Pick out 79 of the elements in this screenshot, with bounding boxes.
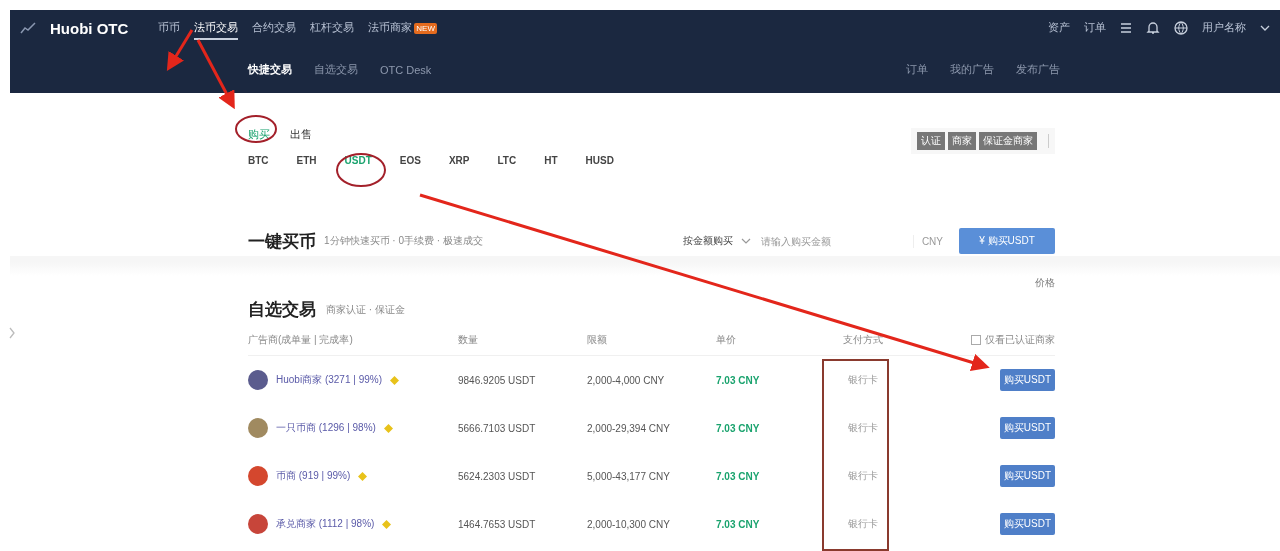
tag-divider <box>1048 133 1049 148</box>
column-header: 限额 <box>587 333 608 347</box>
diamond-icon[interactable] <box>358 471 368 481</box>
bell-icon[interactable] <box>1146 21 1160 35</box>
menu-icon[interactable] <box>1120 22 1132 34</box>
price-cell-text: 7.03 CNY <box>716 374 761 386</box>
section-title: 一键买币 <box>248 230 316 253</box>
annotation-circle <box>336 153 386 187</box>
tag-label: 认证 <box>917 131 945 150</box>
diamond-icon[interactable] <box>383 423 393 433</box>
column-header: 广告商(成单量 | 完成率) <box>248 333 354 347</box>
buy-button[interactable]: 购买USDT <box>999 513 1055 535</box>
merchant-link[interactable]: Huobi商家 (3271 | 99%) <box>276 373 382 387</box>
globe-icon[interactable] <box>1174 21 1188 35</box>
section-title: 自选交易 <box>248 299 316 321</box>
column-header: 数量 <box>458 333 479 347</box>
limit-cell-text: 2,000-10,300 CNY <box>587 518 671 530</box>
merchant-link[interactable]: 承兑商家 (1112 | 98%) <box>276 517 375 531</box>
price-cell-text: 7.03 CNY <box>716 422 761 434</box>
section-subtitle: 商家认证 · 保证金 <box>326 302 405 317</box>
payment-cell-text: 银行卡 <box>847 469 879 483</box>
amount-cell-text: 5624.2303 USDT <box>458 470 537 482</box>
currency-unit: CNY <box>921 235 943 247</box>
chevron-icon[interactable] <box>8 327 16 339</box>
coin-tab[interactable]: ETH <box>296 155 317 166</box>
price-cell-text: 7.03 CNY <box>716 470 761 482</box>
amount-cell-text: 1464.7653 USDT <box>458 518 537 530</box>
trade-tab[interactable]: 出售 <box>290 126 312 142</box>
diamond-icon[interactable] <box>390 375 399 385</box>
subnav-link[interactable]: 订单 <box>906 62 928 77</box>
buy-button[interactable]: 购买USDT <box>999 417 1055 439</box>
tag-label: 保证金商家 <box>979 131 1037 150</box>
limit-cell-text: 2,000-4,000 CNY <box>587 374 666 386</box>
coin-tab[interactable]: EOS <box>399 155 421 166</box>
annotation-circle <box>235 115 277 143</box>
payment-cell-text: 银行卡 <box>847 421 879 435</box>
coin-tab[interactable]: XRP <box>448 155 470 166</box>
logo[interactable]: Huobi OTC <box>50 19 129 37</box>
amount-field[interactable]: 请输入购买金额 <box>758 234 914 248</box>
payment-cell-text: 银行卡 <box>847 373 879 387</box>
header-link[interactable]: 资产 <box>1048 16 1070 40</box>
coin-tab[interactable]: BTC <box>248 155 269 166</box>
coin-tab[interactable]: HUSD <box>585 155 614 166</box>
annotation-arrow <box>196 39 235 110</box>
checkbox-icon[interactable] <box>971 335 981 345</box>
new-badge: NEW <box>414 22 437 34</box>
coin-tab[interactable]: LTC <box>497 155 517 166</box>
nav-link[interactable]: 合约交易 <box>252 16 297 40</box>
user-menu[interactable]: 用户名称 <box>1202 16 1246 40</box>
nav-link[interactable]: 币币 <box>158 16 181 40</box>
diamond-icon[interactable] <box>382 519 392 529</box>
sort-toggle[interactable]: 价格 <box>1035 276 1055 290</box>
limit-cell-text: 2,000-29,394 CNY <box>587 422 671 434</box>
chart-icon[interactable] <box>20 22 36 34</box>
limit-cell-text: 5,000-43,177 CNY <box>587 470 671 482</box>
payment-cell-text: 银行卡 <box>847 517 879 531</box>
price-cell-text: 7.03 CNY <box>716 518 761 530</box>
mode-dropdown[interactable]: 按金额购买 <box>682 234 733 248</box>
subnav-link[interactable]: 发布广告 <box>1016 62 1060 77</box>
buy-button[interactable]: 购买USDT <box>999 369 1055 391</box>
tag-label: 商家 <box>948 131 976 150</box>
amount-cell-text: 9846.9205 USDT <box>458 374 537 386</box>
subnav-link[interactable]: 我的广告 <box>950 62 994 77</box>
caret-icon[interactable] <box>1260 24 1270 32</box>
section-subtitle: 1分钟快速买币 · 0手续费 · 极速成交 <box>324 234 483 248</box>
column-header: 单价 <box>716 333 737 347</box>
header-link[interactable]: 订单 <box>1084 16 1106 40</box>
merchant-link[interactable]: 一只币商 (1296 | 98%) <box>276 421 376 435</box>
subnav-tab[interactable]: 快捷交易 <box>248 62 292 77</box>
filter-label[interactable]: 仅看已认证商家 <box>985 333 1055 347</box>
nav-link[interactable]: 法币交易 <box>194 16 239 40</box>
amount-cell-text: 5666.7103 USDT <box>458 422 537 434</box>
subnav-tab[interactable]: OTC Desk <box>380 63 432 76</box>
merchant-link[interactable]: 币商 (919 | 99%) <box>276 469 351 483</box>
coin-tab[interactable]: HT <box>544 155 558 166</box>
buy-button[interactable]: 购买USDT <box>999 465 1055 487</box>
nav-link[interactable]: 法币商家 <box>368 16 413 40</box>
subnav-tab[interactable]: 自选交易 <box>314 62 358 77</box>
nav-link[interactable]: 杠杆交易 <box>310 16 355 40</box>
